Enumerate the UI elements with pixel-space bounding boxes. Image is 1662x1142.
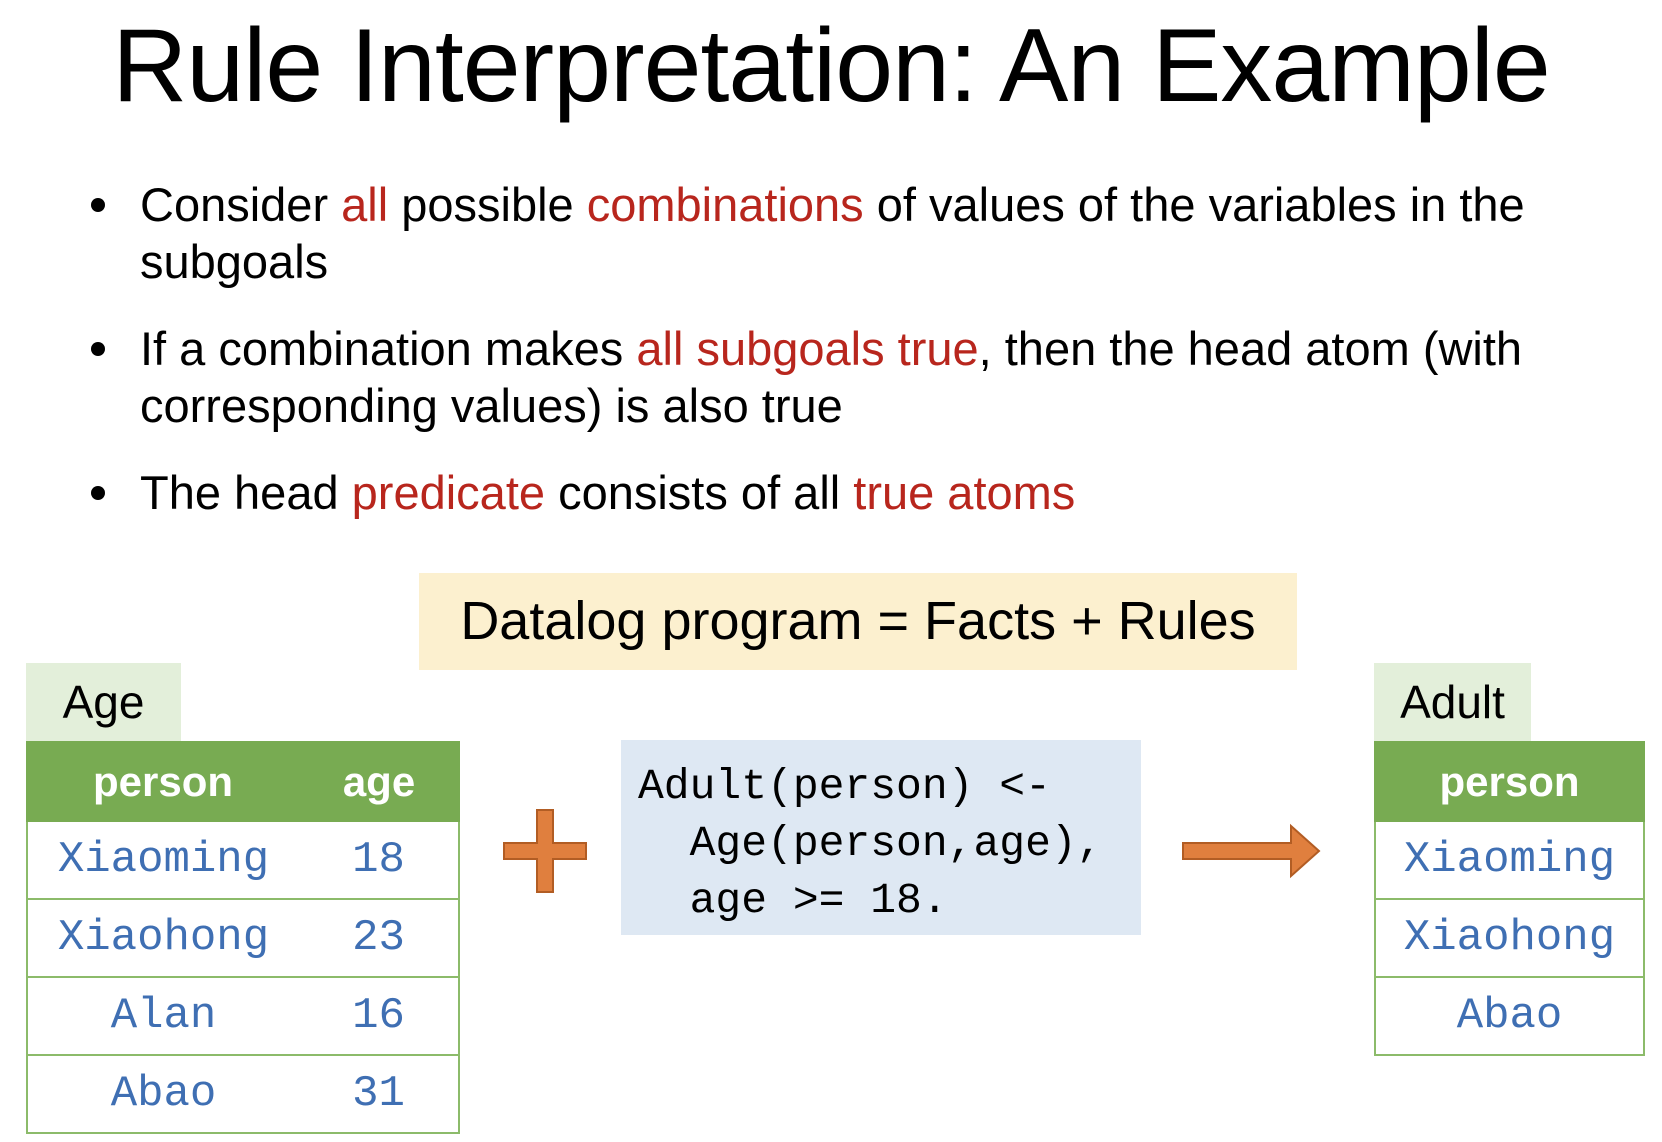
right-arrow-icon xyxy=(1182,823,1321,879)
person-cell: Xiaoming xyxy=(1374,820,1645,900)
age-table: person age Xiaoming 18 Xiaohong 23 Alan … xyxy=(26,741,460,1134)
rule-line: Adult(person) <- xyxy=(638,762,1051,811)
bullet-dot xyxy=(91,486,105,500)
age-cell: 31 xyxy=(299,1054,460,1134)
rule-code-box: Adult(person) <- Age(person,age), age >=… xyxy=(621,740,1141,935)
person-cell: Xiaoming xyxy=(26,820,299,900)
bullet-segment: possible xyxy=(388,178,587,231)
person-cell: Xiaohong xyxy=(1374,898,1645,978)
emphasized-text: combinations xyxy=(586,178,864,231)
bullet-segment: consists of all xyxy=(545,466,854,519)
person-cell: Abao xyxy=(26,1054,299,1134)
age-cell: 23 xyxy=(299,898,460,978)
table-row: Xiaohong 23 xyxy=(26,898,460,978)
age-table-header-age: age xyxy=(298,741,460,822)
bullet-dot xyxy=(91,342,105,356)
adult-table-header-row: person xyxy=(1374,741,1645,822)
age-table-header-row: person age xyxy=(26,741,460,822)
table-row: Abao 31 xyxy=(26,1054,460,1134)
bullet-list: Consider all possible combinations of va… xyxy=(88,176,1608,551)
bullet-dot xyxy=(91,198,105,212)
bullet-segment: The head xyxy=(140,466,352,519)
emphasized-text: predicate xyxy=(351,466,546,519)
rule-line: Age(person,age), xyxy=(638,819,1103,868)
plus-icon xyxy=(503,809,587,893)
bullet-text: Consider all possible combinations of va… xyxy=(140,178,1525,288)
table-row: Alan 16 xyxy=(26,976,460,1056)
age-table-header-person: person xyxy=(26,741,300,822)
table-row: Abao xyxy=(1374,976,1645,1056)
emphasized-text: true atoms xyxy=(853,466,1076,519)
table-row: Xiaoming 18 xyxy=(26,820,460,900)
emphasized-text: all xyxy=(341,178,389,231)
person-cell: Abao xyxy=(1374,976,1645,1056)
emphasized-text: all subgoals true xyxy=(636,322,979,375)
bullet-item: Consider all possible combinations of va… xyxy=(88,176,1608,290)
table-row: Xiaoming xyxy=(1374,820,1645,900)
bullet-segment: If a combination makes xyxy=(140,322,637,375)
datalog-banner: Datalog program = Facts + Rules xyxy=(419,573,1297,670)
age-cell: 16 xyxy=(299,976,460,1056)
person-cell: Alan xyxy=(26,976,299,1056)
bullet-item: The head predicate consists of all true … xyxy=(88,464,1608,521)
slide-title: Rule Interpretation: An Example xyxy=(112,8,1550,124)
bullet-segment: Consider xyxy=(140,178,342,231)
table-row: Xiaohong xyxy=(1374,898,1645,978)
bullet-text: If a combination makes all subgoals true… xyxy=(140,322,1522,432)
adult-table: person Xiaoming Xiaohong Abao xyxy=(1374,741,1645,1056)
age-cell: 18 xyxy=(299,820,460,900)
person-cell: Xiaohong xyxy=(26,898,299,978)
rule-line: age >= 18. xyxy=(638,876,948,925)
age-table-tab: Age xyxy=(26,663,181,741)
bullet-text: The head predicate consists of all true … xyxy=(140,466,1075,519)
bullet-item: If a combination makes all subgoals true… xyxy=(88,320,1608,434)
adult-table-header-person: person xyxy=(1374,741,1645,822)
adult-table-tab: Adult xyxy=(1374,663,1531,741)
